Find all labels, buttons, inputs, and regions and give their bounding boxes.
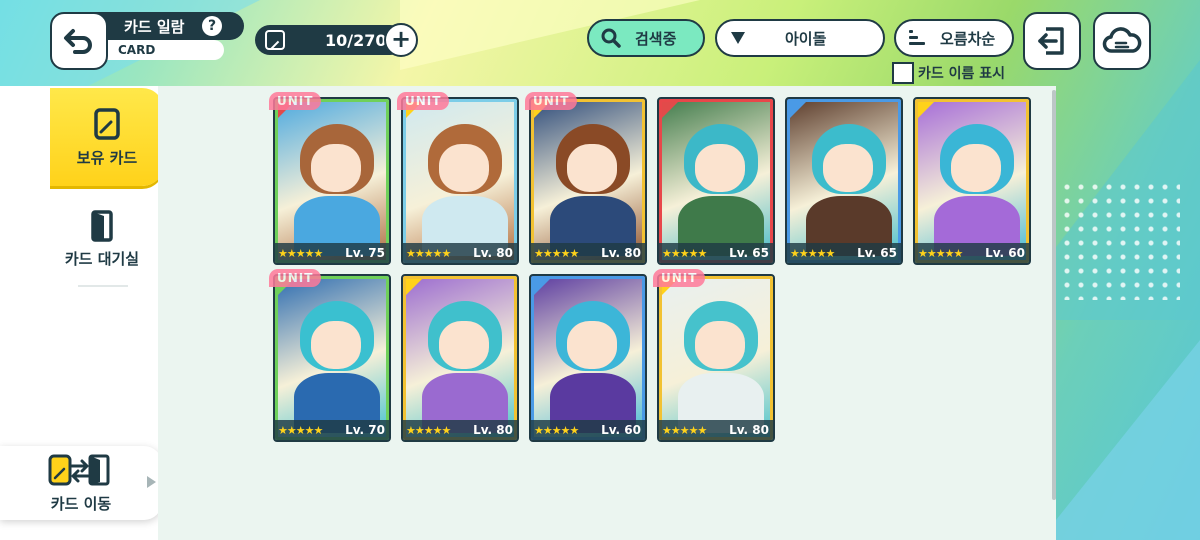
dropdown-triangle-icon	[731, 32, 745, 44]
card-frame	[787, 99, 901, 263]
card-level: Lv. 80	[601, 246, 641, 260]
rarity-stars: ★★★★★	[534, 423, 579, 437]
sidebar-item-owned-label: 보유 카드	[76, 148, 138, 167]
card-transfer-icon	[48, 454, 110, 485]
card-item[interactable]: ★★★★★ Lv. 60	[913, 97, 1031, 265]
card-frame	[659, 99, 773, 263]
rarity-stars: ★★★★★	[534, 246, 579, 260]
unit-badge: UNIT	[269, 269, 322, 287]
card-item[interactable]: ★★★★★ Lv. 65	[785, 97, 903, 265]
page-subtitle: CARD	[106, 40, 224, 60]
rarity-stars: ★★★★★	[278, 246, 323, 260]
card-level: Lv. 80	[473, 423, 513, 437]
rarity-stars: ★★★★★	[662, 246, 707, 260]
page-title-text: 카드 일람	[124, 17, 185, 36]
card-item[interactable]: ★★★★★ Lv. 70	[273, 274, 391, 442]
sort-order-label: 오름차순	[940, 29, 996, 48]
card-frame	[275, 99, 389, 263]
card-item[interactable]: ★★★★★ Lv. 80	[401, 274, 519, 442]
card-level: Lv. 60	[601, 423, 641, 437]
expand-capacity-button[interactable]: +	[384, 23, 418, 57]
search-button[interactable]: 검색중	[587, 19, 705, 57]
rarity-stars: ★★★★★	[406, 423, 451, 437]
sidebar-item-owned-cards[interactable]: 보유 카드	[50, 88, 164, 186]
chevron-right-icon	[147, 476, 156, 488]
idol-filter-label: 아이돌	[785, 29, 827, 48]
card-level: Lv. 65	[857, 246, 897, 260]
back-button[interactable]	[50, 12, 108, 70]
rarity-stars: ★★★★★	[790, 246, 835, 260]
door-icon	[91, 209, 113, 242]
card-frame	[531, 276, 645, 440]
scrollbar[interactable]	[1052, 90, 1056, 500]
idol-filter-dropdown[interactable]: 아이돌	[715, 19, 885, 57]
card-move-button[interactable]: 카드 이동	[0, 446, 162, 520]
sort-icon	[909, 30, 925, 45]
unit-badge: UNIT	[525, 92, 578, 110]
rarity-stars: ★★★★★	[662, 423, 707, 437]
card-item[interactable]: ★★★★★ Lv. 80	[657, 274, 775, 442]
search-icon	[601, 28, 621, 48]
cloud-sync-button[interactable]	[1093, 12, 1151, 70]
card-level: Lv. 75	[345, 246, 385, 260]
card-item[interactable]: ★★★★★ Lv. 65	[657, 97, 775, 265]
unit-badge: UNIT	[269, 92, 322, 110]
sidebar-divider	[78, 285, 128, 287]
card-count-display: 10/270	[255, 25, 405, 55]
back-arrow-icon	[64, 29, 92, 54]
unit-badge: UNIT	[653, 269, 706, 287]
show-card-name-checkbox[interactable]	[892, 62, 914, 84]
card-level: Lv. 60	[985, 246, 1025, 260]
card-level: Lv. 80	[473, 246, 513, 260]
card-item[interactable]: ★★★★★ Lv. 80	[529, 97, 647, 265]
card-level: Lv. 65	[729, 246, 769, 260]
unit-badge: UNIT	[397, 92, 450, 110]
exit-button[interactable]	[1023, 12, 1081, 70]
exit-door-icon	[1038, 27, 1064, 55]
card-frame	[915, 99, 1029, 263]
sidebar-item-card-waiting-room[interactable]: 카드 대기실	[50, 204, 154, 274]
card-item[interactable]: ★★★★★ Lv. 80	[401, 97, 519, 265]
show-card-name-toggle[interactable]: 카드 이름 표시	[892, 62, 1005, 84]
rarity-stars: ★★★★★	[918, 246, 963, 260]
card-count-value: 10/270	[325, 30, 387, 50]
sort-order-button[interactable]: 오름차순	[894, 19, 1014, 57]
search-button-label: 검색중	[635, 29, 677, 48]
card-level: Lv. 70	[345, 423, 385, 437]
card-frame	[275, 276, 389, 440]
card-icon	[265, 30, 285, 50]
sidebar-item-waiting-label: 카드 대기실	[64, 249, 140, 268]
sidebar: 보유 카드 카드 대기실 카드 이동	[0, 86, 164, 540]
card-frame	[403, 276, 517, 440]
card-item[interactable]: ★★★★★ Lv. 60	[529, 274, 647, 442]
card-item[interactable]: ★★★★★ Lv. 75	[273, 97, 391, 265]
card-move-label: 카드 이동	[50, 494, 112, 513]
card-icon	[94, 107, 120, 140]
help-icon[interactable]: ?	[202, 16, 222, 36]
card-frame	[531, 99, 645, 263]
rarity-stars: ★★★★★	[278, 423, 323, 437]
card-frame	[659, 276, 773, 440]
show-card-name-label: 카드 이름 표시	[918, 66, 1006, 82]
rarity-stars: ★★★★★	[406, 246, 451, 260]
cloud-icon	[1102, 27, 1142, 53]
card-frame	[403, 99, 517, 263]
card-level: Lv. 80	[729, 423, 769, 437]
